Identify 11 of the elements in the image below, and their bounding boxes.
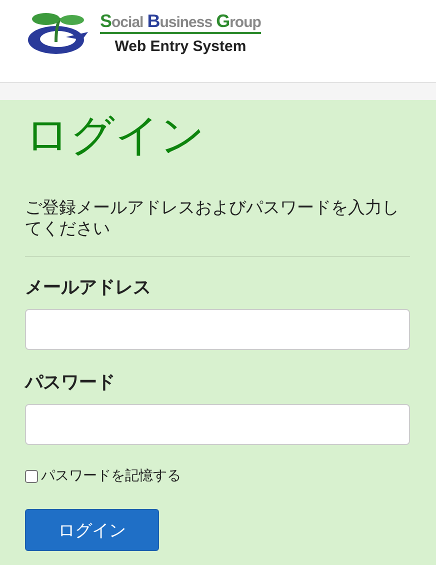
brand-name: Social Business Group — [100, 11, 261, 34]
field-label: パスワード — [25, 371, 116, 394]
system-name: Web Entry System — [114, 38, 246, 55]
login-button[interactable]: ログイン — [25, 509, 159, 551]
input-field[interactable] — [25, 309, 410, 350]
remember-label: パスワードを記憶する — [41, 467, 181, 485]
field-label: メールアドレス — [25, 276, 152, 299]
instruction-text: ご登録メールアドレスおよびパスワードを入力してください — [25, 198, 400, 240]
remember-checkbox[interactable] — [25, 470, 38, 482]
input-field[interactable] — [25, 404, 410, 445]
page-title: ログイン — [25, 109, 206, 162]
